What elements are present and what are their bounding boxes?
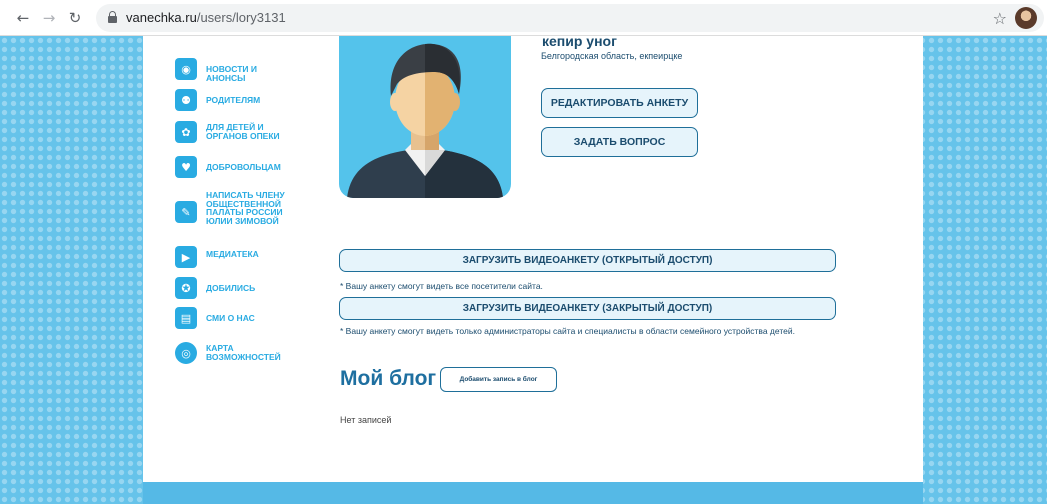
- profile-avatar: [339, 36, 511, 198]
- address-bar[interactable]: vanechka.ru/users/lory3131: [96, 3, 1044, 32]
- sidebar-item-label: ДОБИЛИСЬ: [206, 283, 256, 293]
- book-icon: ▤: [175, 307, 197, 329]
- open-access-note: * Вашу анкету смогут видеть все посетите…: [340, 281, 543, 291]
- main-content: ◉ НОВОСТИ И АНОНСЫ ⚉ РОДИТЕЛЯМ ✿ ДЛЯ ДЕТ…: [143, 33, 923, 482]
- add-blog-post-button[interactable]: Добавить запись в блог: [440, 367, 557, 392]
- profile-avatar-icon[interactable]: [1015, 7, 1037, 29]
- sidebar-item-parents[interactable]: ⚉ РОДИТЕЛЯМ: [175, 89, 260, 111]
- user-name: кепир уног: [542, 33, 617, 49]
- ask-question-button[interactable]: ЗАДАТЬ ВОПРОС: [541, 127, 698, 157]
- upload-video-open-button[interactable]: ЗАГРУЗИТЬ ВИДЕОАНКЕТУ (ОТКРЫТЫЙ ДОСТУП): [339, 249, 836, 272]
- sidebar-item-label: МЕДИАТЕКА: [206, 249, 259, 259]
- sidebar-item-achieved[interactable]: ✪ ДОБИЛИСЬ: [175, 277, 255, 299]
- map-pin-icon: ◎: [175, 342, 197, 364]
- sidebar-item-write-member[interactable]: ✎ НАПИСАТЬ ЧЛЕНУ ОБЩЕСТВЕННОЙ ПАЛАТЫ РОС…: [175, 191, 296, 225]
- sidebar-item-children[interactable]: ✿ ДЛЯ ДЕТЕЙ И ОРГАНОВ ОПЕКИ: [175, 121, 296, 143]
- sidebar-item-volunteers[interactable]: ♥ ДОБРОВОЛЬЦАМ: [175, 156, 281, 178]
- sidebar-item-label: ДОБРОВОЛЬЦАМ: [206, 162, 281, 172]
- blog-title: Мой блог: [340, 367, 437, 390]
- back-icon[interactable]: ←: [12, 7, 34, 29]
- reload-icon[interactable]: ↻: [64, 7, 86, 29]
- award-icon: ✪: [175, 277, 197, 299]
- sidebar-item-label: НОВОСТИ И АНОНСЫ: [206, 64, 257, 83]
- sidebar-item-label: КАРТА ВОЗМОЖНОСТЕЙ: [206, 343, 281, 362]
- parents-icon: ⚉: [175, 89, 197, 111]
- lock-icon[interactable]: [108, 11, 117, 23]
- edit-profile-button[interactable]: РЕДАКТИРОВАТЬ АНКЕТУ: [541, 88, 698, 118]
- browser-toolbar: ← → ↻ vanechka.ru/users/lory3131 ☆: [0, 0, 1047, 36]
- sidebar-item-news[interactable]: ◉ НОВОСТИ И АНОНСЫ: [175, 58, 296, 82]
- sidebar-item-label: ДЛЯ ДЕТЕЙ И ОРГАНОВ ОПЕКИ: [206, 122, 280, 141]
- page-background: ◉ НОВОСТИ И АНОНСЫ ⚉ РОДИТЕЛЯМ ✿ ДЛЯ ДЕТ…: [0, 33, 1047, 504]
- closed-access-note: * Вашу анкету смогут видеть только админ…: [340, 326, 795, 336]
- sidebar-item-label: СМИ О НАС: [206, 313, 255, 323]
- upload-video-closed-button[interactable]: ЗАГРУЗИТЬ ВИДЕОАНКЕТУ (ЗАКРЫТЫЙ ДОСТУП): [339, 297, 836, 320]
- sidebar-item-label: НАПИСАТЬ ЧЛЕНУ ОБЩЕСТВЕННОЙ ПАЛАТЫ РОССИ…: [206, 190, 285, 226]
- bookmark-star-icon[interactable]: ☆: [993, 9, 1007, 28]
- pen-icon: ✎: [175, 201, 197, 223]
- url-path: /users/lory3131: [196, 10, 286, 25]
- user-region: Белгородская область, екпеирцке: [541, 51, 683, 61]
- no-posts-text: Нет записей: [340, 415, 392, 425]
- children-icon: ✿: [175, 121, 197, 143]
- url-host: vanechka.ru: [126, 10, 197, 25]
- forward-icon[interactable]: →: [38, 7, 60, 29]
- media-icon: ▶: [175, 246, 197, 268]
- footer-bar: [143, 482, 923, 504]
- sidebar-item-map[interactable]: ◎ КАРТА ВОЗМОЖНОСТЕЙ: [175, 342, 296, 364]
- heart-icon: ♥: [175, 156, 197, 178]
- sidebar-item-press[interactable]: ▤ СМИ О НАС: [175, 307, 255, 329]
- sidebar-item-label: РОДИТЕЛЯМ: [206, 95, 261, 105]
- sidebar-item-media[interactable]: ▶ МЕДИАТЕКА: [175, 246, 259, 268]
- news-icon: ◉: [175, 58, 197, 80]
